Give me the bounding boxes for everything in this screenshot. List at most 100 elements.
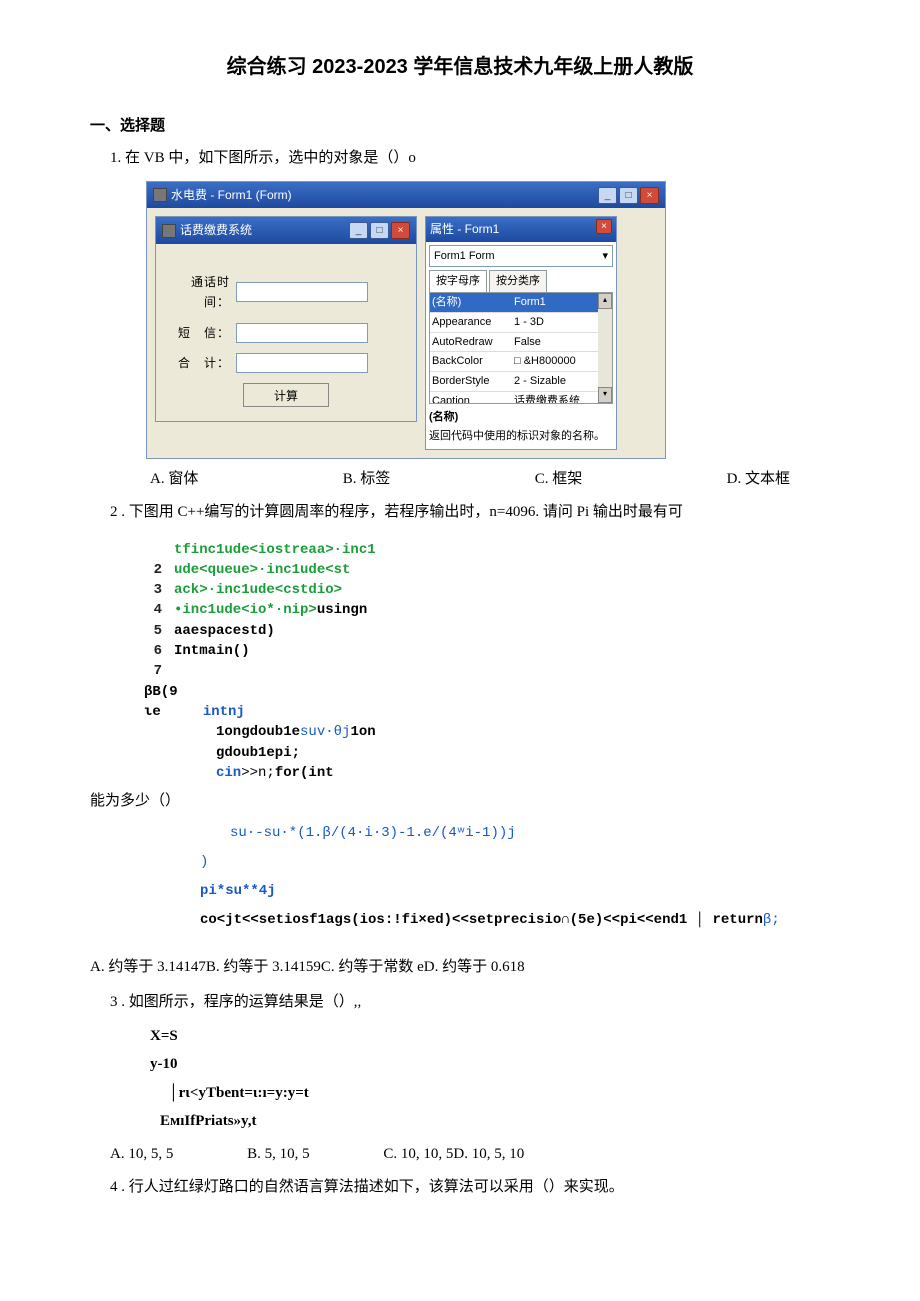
property-list: (名称)Form1 Appearance1 - 3D AutoRedrawFal… (429, 292, 613, 404)
code-continuation: ) (200, 852, 830, 873)
property-row[interactable]: BorderStyle2 - Sizable (430, 372, 598, 392)
q3-option-cd: C. 10, 10, 5D. 10, 5, 10 (383, 1142, 524, 1168)
line-number: 2 (136, 560, 174, 580)
scrollbar[interactable]: ▴ ▾ (598, 293, 612, 403)
property-row[interactable]: (名称)Form1 (430, 293, 598, 313)
chevron-down-icon: ▾ (602, 247, 608, 266)
code-frag: │ (687, 912, 712, 928)
code-line: gdoub1epi; (174, 743, 300, 763)
question-1-text: 1. 在 VB 中，如下图所示，选中的对象是（）o (110, 146, 830, 172)
code-frag: suv·θj (300, 724, 350, 740)
q1-option-b: B. 标签 (343, 467, 391, 493)
property-row[interactable]: Appearance1 - 3D (430, 313, 598, 333)
code-line: ack>·inc1ude<cstdio> (174, 580, 342, 600)
label-sms: 短 信： (168, 323, 236, 343)
object-combobox[interactable]: Form1 Form ▾ (429, 245, 613, 268)
outer-titlebar: 水电费 - Form1 (Form) _ □ × (147, 182, 665, 208)
code-line: ude<queue>·inc1ude<st (174, 560, 350, 580)
q1-option-c: C. 框架 (535, 467, 583, 493)
prop-value: 1 - 3D (512, 313, 598, 332)
line-number: 3 (136, 580, 174, 600)
prop-name: BorderStyle (430, 372, 512, 391)
label-total: 合 计： (168, 353, 236, 373)
textbox-sms[interactable] (236, 323, 368, 343)
q3-option-b: B. 5, 10, 5 (247, 1142, 310, 1168)
q1-option-a: A. 窗体 (150, 467, 198, 493)
code-line: y-10 (150, 1050, 830, 1079)
cpp-code-block: tfinc1ude<iostreaa>·inc1 2ude<queue>·inc… (136, 540, 830, 784)
tab-alphabetic[interactable]: 按字母序 (429, 270, 487, 292)
code-frag: usingn (317, 602, 367, 618)
code-frag: •inc1ude<io*·nip> (174, 602, 317, 618)
line-number: 5 (136, 621, 174, 641)
desc-head: (名称) (429, 408, 613, 427)
code-frag: β; (763, 912, 780, 928)
prop-name: BackColor (430, 352, 512, 371)
code-line: X=S (150, 1022, 830, 1051)
minimize-button[interactable]: _ (349, 222, 368, 239)
textbox-call-time[interactable] (236, 282, 368, 302)
prop-name: AutoRedraw (430, 333, 512, 352)
code-frag: 1on (350, 724, 375, 740)
code-line: aaespacestd) (174, 621, 275, 641)
code-line: tfinc1ude<iostreaa>·inc1 (174, 540, 376, 560)
line-number: 4 (136, 600, 174, 620)
close-icon[interactable]: × (596, 219, 612, 234)
code-frag: co<jt<<setiosf1ags(ios:!fi×ed)<<setpreci… (200, 912, 687, 928)
code-frag: return (713, 912, 763, 928)
q3-code-block: X=S y-10 │rι<yTbent=ι:ı=y:y=t EмıIfPriat… (150, 1022, 830, 1136)
prop-value: 2 - Sizable (512, 372, 598, 391)
page-title: 综合练习 2023-2023 学年信息技术九年级上册人教版 (90, 50, 830, 84)
question-2-trail: 能为多少（） (90, 789, 830, 815)
prop-value: □ &H800000 (512, 352, 598, 371)
question-2-text: 2 . 下图用 C++编写的计算圆周率的程序，若程序输出时，n=4096. 请问… (110, 500, 830, 526)
inner-form-window: 话费缴费系统 _ □ × 通话时间： 短 信： (155, 216, 417, 422)
code-line: EмıIfPriats»y,t (160, 1107, 830, 1136)
property-row[interactable]: Caption话费缴费系统 (430, 392, 598, 405)
scroll-up-icon[interactable]: ▴ (598, 293, 612, 309)
textbox-total[interactable] (236, 353, 368, 373)
code-continuation: pi*su**4j (200, 881, 830, 902)
code-line: βB(9 (144, 682, 178, 702)
question-4-text: 4 . 行人过红绿灯路口的自然语言算法描述如下，该算法可以采用（）来实现。 (110, 1175, 830, 1201)
scroll-down-icon[interactable]: ▾ (598, 387, 612, 403)
outer-title-text: 水电费 - Form1 (Form) (171, 185, 292, 205)
window-icon (162, 224, 176, 238)
prop-name: Caption (430, 392, 512, 405)
prop-value: Form1 (512, 293, 598, 312)
label-call-time: 通话时间： (168, 272, 236, 313)
line-number: 7 (136, 661, 174, 681)
code-line: │rι<yTbent=ι:ı=y:y=t (168, 1079, 830, 1108)
close-button[interactable]: × (391, 222, 410, 239)
properties-window: 属性 - Form1 × Form1 Form ▾ 按字母序 按分类序 (名称)… (425, 216, 617, 449)
property-description: (名称) 返回代码中使用的标识对象的名称。 (429, 408, 613, 445)
close-button[interactable]: × (640, 187, 659, 204)
outer-window: 水电费 - Form1 (Form) _ □ × 话费缴费系统 _ □ (146, 181, 666, 459)
tab-categorized[interactable]: 按分类序 (489, 270, 547, 292)
code-frag: 1ongdoub1e (216, 724, 300, 740)
minimize-button[interactable]: _ (598, 187, 617, 204)
property-row[interactable]: AutoRedrawFalse (430, 333, 598, 353)
properties-title: 属性 - Form1 (430, 219, 499, 239)
combo-text: Form1 Form (434, 247, 495, 266)
question-3-text: 3 . 如图所示，程序的运算结果是（）,, (110, 990, 830, 1016)
code-continuation: co<jt<<setiosf1ags(ios:!fi×ed)<<setpreci… (200, 910, 830, 931)
prop-value: False (512, 333, 598, 352)
code-frag: su·-su·*(1.β/(4·i·3)-1.e/(4ʷi-1))j (230, 825, 516, 841)
code-line: ιe (144, 702, 161, 722)
inner-title-text: 话费缴费系统 (180, 220, 252, 240)
code-frag: ) (200, 854, 208, 870)
code-frag: for(int (275, 765, 334, 781)
inner-titlebar: 话费缴费系统 _ □ × (156, 217, 416, 243)
prop-name: (名称) (430, 293, 512, 312)
maximize-button[interactable]: □ (619, 187, 638, 204)
code-frag: cin (216, 765, 241, 781)
q3-option-a: A. 10, 5, 5 (110, 1142, 173, 1168)
property-row[interactable]: BackColor□ &H800000 (430, 352, 598, 372)
window-icon (153, 188, 167, 202)
vb-screenshot: 水电费 - Form1 (Form) _ □ × 话费缴费系统 _ □ (146, 181, 666, 459)
maximize-button[interactable]: □ (370, 222, 389, 239)
code-continuation: su·-su·*(1.β/(4·i·3)-1.e/(4ʷi-1))j (230, 823, 830, 844)
calculate-button[interactable]: 计算 (243, 383, 329, 407)
code-line: Intmain() (174, 641, 250, 661)
